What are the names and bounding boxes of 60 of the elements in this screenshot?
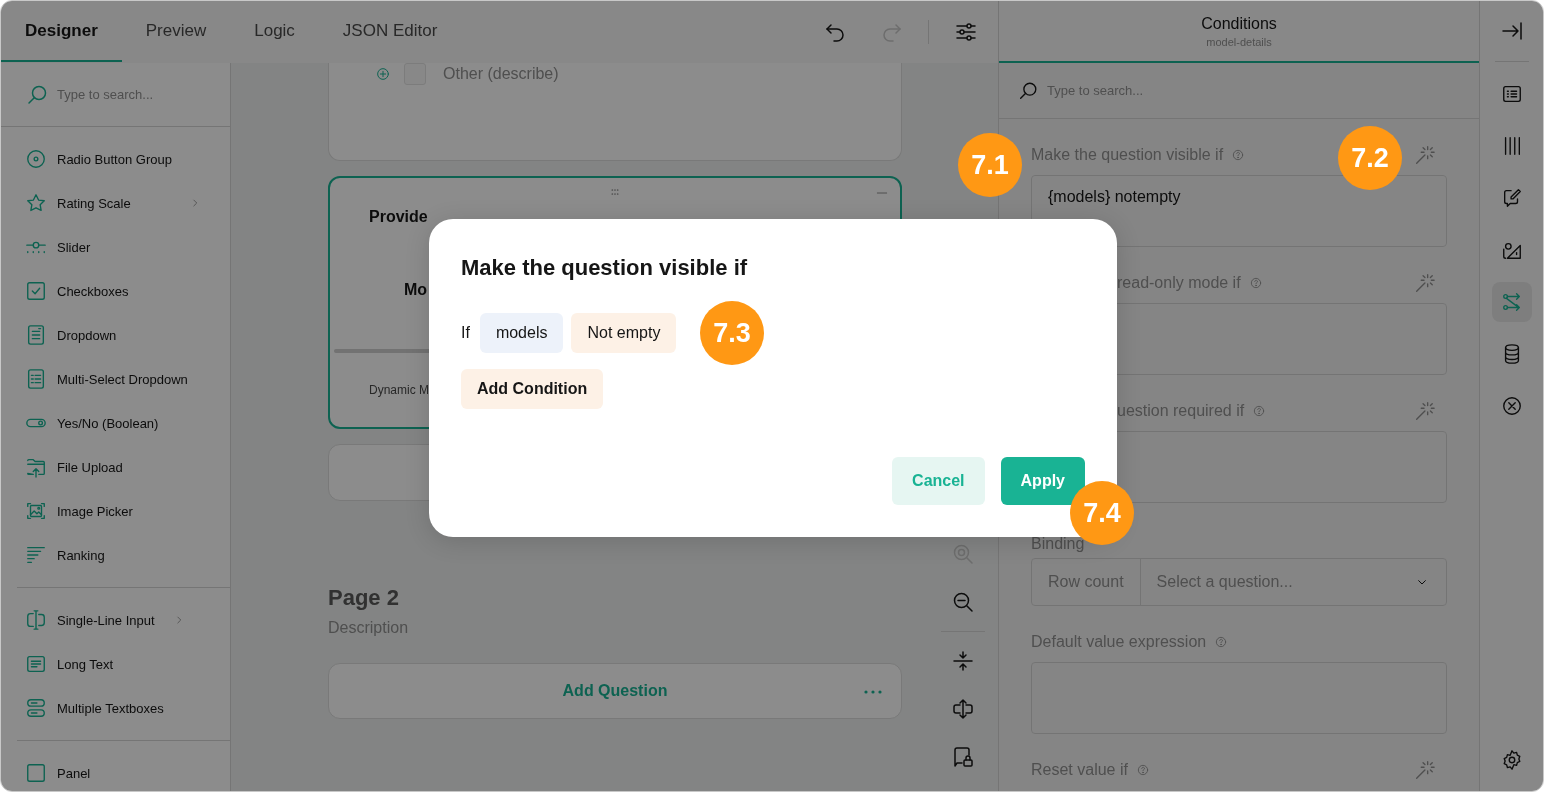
panel-title: Conditions <box>1201 14 1277 33</box>
option-label: Other (describe) <box>443 65 559 83</box>
panel-subtitle: model-details <box>1206 35 1272 48</box>
toolbox-item[interactable]: Slider <box>1 225 230 269</box>
dialog-title: Make the question visible if <box>461 255 749 281</box>
toolbox-item[interactable]: Checkboxes <box>1 269 230 313</box>
magic-wand-icon[interactable] <box>1413 400 1435 422</box>
zoom-out-icon[interactable] <box>951 590 975 614</box>
help-icon[interactable] <box>1214 635 1229 649</box>
toolbox-item[interactable]: Multiple Textboxes <box>1 686 214 730</box>
clear-icon <box>1500 395 1523 417</box>
toolbox-item[interactable]: Radio Button Group <box>1 137 230 181</box>
logic-icon <box>1500 291 1523 313</box>
add-icon[interactable] <box>375 66 391 82</box>
expression-field[interactable]: {models} notempty <box>1031 175 1447 247</box>
checkbox-icon <box>25 280 47 302</box>
help-icon[interactable] <box>1248 276 1263 290</box>
toolbox-item[interactable]: Single-Line Input <box>1 598 214 642</box>
list-icon <box>1500 83 1523 105</box>
add-condition-button[interactable]: Add Condition <box>461 369 604 409</box>
collapse-panel-icon[interactable] <box>1499 19 1524 43</box>
comment-lock-icon[interactable] <box>951 745 975 769</box>
toolbox-item[interactable]: Long Text <box>1 642 214 686</box>
magic-wand-icon[interactable] <box>1413 759 1435 781</box>
panel-footer-text: Dynamic M <box>369 383 429 397</box>
toolbox-item[interactable]: Yes/No (Boolean) <box>1 401 230 445</box>
file-upload-icon <box>25 456 47 478</box>
condition-prefix: If <box>461 324 470 342</box>
question-chip[interactable]: models <box>479 313 564 353</box>
help-icon[interactable] <box>1135 763 1150 777</box>
tab[interactable]: JSON Editor <box>318 1 462 62</box>
multi-select-icon <box>25 368 47 390</box>
long-text-icon <box>25 653 47 675</box>
image-icon <box>25 500 47 522</box>
tab[interactable]: Preview <box>121 1 231 62</box>
magic-wand-icon[interactable] <box>1413 272 1435 294</box>
dropdown-icon <box>25 324 47 346</box>
toolbox-item[interactable]: Image Picker <box>1 489 230 533</box>
toolbox-item[interactable]: Dropdown <box>1 313 230 357</box>
row-label: Mo <box>404 281 428 299</box>
textboxes-icon <box>25 697 47 719</box>
tab[interactable]: Logic <box>230 1 319 62</box>
toolbox-item[interactable]: Panel <box>1 751 214 791</box>
ranking-icon <box>25 544 47 566</box>
page-title: Page 2 <box>328 585 400 611</box>
magic-wand-icon[interactable] <box>1413 144 1435 166</box>
text-cursor-icon <box>25 609 47 631</box>
question-title: Provide <box>369 208 428 226</box>
toolbox-item[interactable]: Rating Scale <box>1 181 230 225</box>
toolbox-item[interactable]: Ranking <box>1 533 230 577</box>
star-icon <box>25 192 47 214</box>
radio-icon <box>25 148 47 170</box>
expand-icon[interactable] <box>951 697 975 721</box>
help-icon[interactable] <box>1231 148 1246 162</box>
toolbox-item[interactable]: File Upload <box>1 445 230 489</box>
toolbox-item[interactable]: Multi-Select Dropdown <box>1 357 230 401</box>
help-icon[interactable] <box>1252 404 1267 418</box>
operator-chip[interactable]: Not empty <box>571 313 677 353</box>
collapse-icon[interactable] <box>951 649 975 673</box>
panel-icon <box>25 762 47 784</box>
